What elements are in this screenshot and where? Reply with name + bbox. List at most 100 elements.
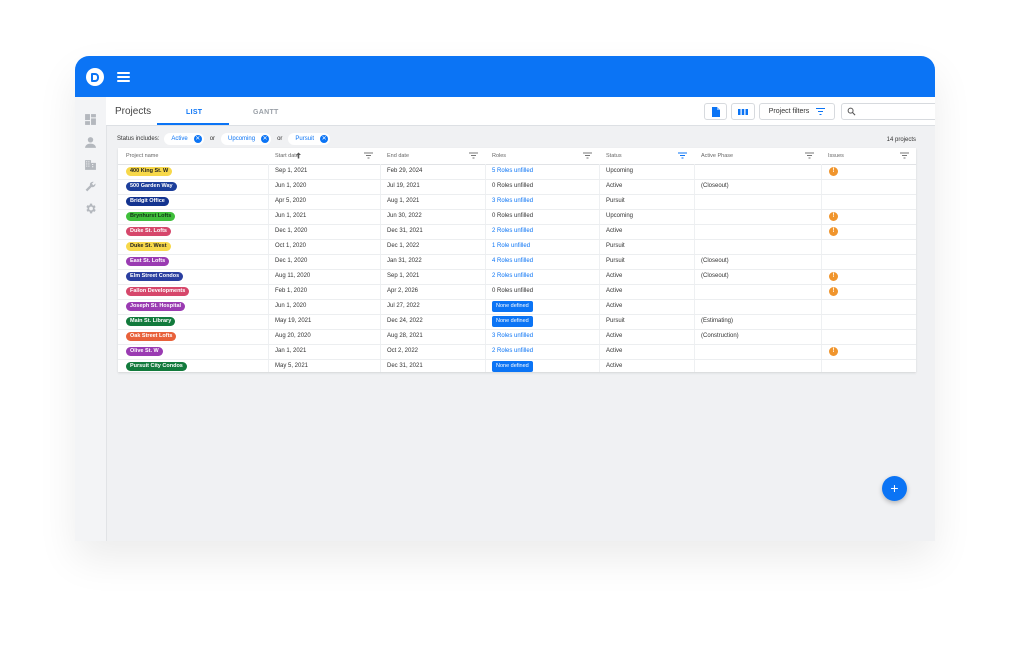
table-row[interactable]: Joseph St. Hospital Jun 1, 2020 Jul 27, 20… [118,299,916,315]
status-filter-row: Status includes: Active ✕ or Upcoming ✕ … [117,132,334,146]
issue-warning-icon[interactable]: ! [829,287,838,296]
search-box[interactable] [841,103,935,120]
bridgit-logo-icon[interactable] [86,68,104,86]
column-header-active-phase[interactable]: Active Phase [701,153,733,159]
status-chip-pursuit[interactable]: Pursuit ✕ [288,133,331,145]
table-row[interactable]: Oak Street Lofts Aug 20, 2020 Aug 28, 2021… [118,329,916,345]
roles-unfilled-link[interactable]: 2 Roles unfilled [492,228,533,234]
start-date-cell: Oct 1, 2020 [275,243,307,249]
filter-icon[interactable] [900,152,909,159]
issue-warning-icon[interactable]: ! [829,272,838,281]
settings-gear-icon[interactable] [84,202,97,215]
project-name-pill[interactable]: Elm Street Condos [126,272,184,281]
filter-icon[interactable] [469,152,478,159]
issue-warning-icon[interactable]: ! [829,227,838,236]
table-row[interactable]: East St. Lofts Dec 1, 2020 Jan 31, 2022 4 R… [118,254,916,270]
column-header-roles[interactable]: Roles [492,153,506,159]
table-row[interactable]: Main St. Library May 19, 2021 Dec 24, 2022… [118,314,916,330]
table-row[interactable]: 500 Garden Way Jun 1, 2020 Jul 19, 2021 0 R… [118,179,916,195]
column-header-status[interactable]: Status [606,153,622,159]
roles-none-defined-badge[interactable]: None defined [492,301,533,312]
project-name-pill[interactable]: 400 King St. W [126,167,173,176]
roles-unfilled-link[interactable]: 3 Roles unfilled [492,198,533,204]
remove-chip-icon[interactable]: ✕ [193,135,202,143]
issue-warning-icon[interactable]: ! [829,212,838,221]
columns-icon [738,108,748,115]
column-header-issues[interactable]: Issues [828,153,844,159]
table-row[interactable]: Brynhurst Lofts Jun 1, 2021 Jun 30, 2022 0 … [118,209,916,225]
table-row[interactable]: Fallon Developments Feb 1, 2020 Apr 2, 202… [118,284,916,300]
wrench-icon[interactable] [84,180,97,193]
roles-unfilled-link[interactable]: 3 Roles unfilled [492,333,533,339]
project-name-pill[interactable]: Oak Street Lofts [126,332,177,341]
status-cell: Active [606,273,623,279]
status-cell: Active [606,228,623,234]
projects-table: Project name Start date End date Roles S… [118,148,916,375]
roles-unfilled-link[interactable]: 2 Roles unfilled [492,348,533,354]
columns-button[interactable] [731,103,755,120]
table-row[interactable]: Olive St. W Jan 1, 2021 Oct 2, 2022 2 Roles… [118,344,916,360]
project-count: 14 projects [886,137,916,143]
start-date-cell: Aug 11, 2020 [275,273,311,279]
project-name-pill[interactable]: Joseph St. Hospital [126,302,186,311]
tab-list[interactable]: LIST [186,109,202,116]
issue-warning-icon[interactable]: ! [829,167,838,176]
active-phase-cell: (Construction) [701,333,739,339]
status-includes-label: Status includes: [117,136,160,142]
export-document-button[interactable] [704,103,727,120]
filter-icon[interactable] [583,152,592,159]
roles-unfilled-link[interactable]: 2 Roles unfilled [492,273,533,279]
table-row[interactable]: Pursuit City Condos May 5, 2021 Dec 31, 20… [118,359,916,375]
end-date-cell: Aug 28, 2021 [387,333,423,339]
search-input[interactable] [858,106,935,117]
projects-building-icon[interactable] [84,158,97,171]
end-date-cell: Dec 31, 2021 [387,228,423,234]
project-name-pill[interactable]: Duke St. West [126,242,171,251]
start-date-cell: May 5, 2021 [275,363,309,369]
or-separator: or [277,136,283,142]
menu-icon[interactable] [117,72,130,82]
remove-chip-icon[interactable]: ✕ [320,135,329,143]
tab-gantt[interactable]: GANTT [253,109,279,116]
table-row[interactable]: Elm Street Condos Aug 11, 2020 Sep 1, 2021… [118,269,916,285]
project-name-pill[interactable]: 500 Garden Way [126,182,177,191]
people-icon[interactable] [84,136,97,149]
issue-warning-icon[interactable]: ! [829,347,838,356]
table-row[interactable]: Duke St. Lofts Dec 1, 2020 Dec 31, 2021 2 R… [118,224,916,240]
project-name-pill[interactable]: Fallon Developments [126,287,190,296]
filter-icon[interactable] [364,152,373,159]
project-filters-label: Project filters [768,108,810,115]
end-date-cell: Jul 19, 2021 [387,183,420,189]
filter-active-icon[interactable] [678,152,687,159]
roles-unfilled-link[interactable]: 1 Role unfilled [492,243,530,249]
roles-none-defined-badge[interactable]: None defined [492,316,533,327]
end-date-cell: Dec 24, 2022 [387,318,423,324]
end-date-cell: Oct 2, 2022 [387,348,419,354]
dashboard-icon[interactable] [84,113,97,126]
start-date-cell: Dec 1, 2020 [275,228,308,234]
remove-chip-icon[interactable]: ✕ [261,135,270,143]
add-project-button[interactable]: + [882,476,907,501]
status-chip-active[interactable]: Active ✕ [164,133,204,145]
status-chip-upcoming[interactable]: Upcoming ✕ [221,133,272,145]
filter-icon[interactable] [805,152,814,159]
status-cell: Pursuit [606,318,625,324]
project-name-pill[interactable]: Brynhurst Lofts [126,212,176,221]
project-name-pill[interactable]: Bridgit Office [126,197,169,206]
start-date-cell: Jun 1, 2020 [275,303,307,309]
table-row[interactable]: Duke St. West Oct 1, 2020 Dec 1, 2022 1 Rol… [118,239,916,255]
roles-unfilled-link[interactable]: 5 Roles unfilled [492,168,533,174]
column-header-start-date[interactable]: Start date [275,153,299,159]
project-name-pill[interactable]: Pursuit City Condos [126,362,187,371]
roles-none-defined-badge[interactable]: None defined [492,361,533,372]
project-name-pill[interactable]: Olive St. W [126,347,163,356]
table-row[interactable]: Bridgit Office Apr 5, 2020 Aug 1, 2021 3 Ro… [118,194,916,210]
table-row[interactable]: 400 King St. W Sep 1, 2021 Feb 29, 2024 5 R… [118,164,916,180]
project-filters-button[interactable]: Project filters [759,103,835,120]
project-name-pill[interactable]: Main St. Library [126,317,176,326]
column-header-end-date[interactable]: End date [387,153,409,159]
column-header-project-name[interactable]: Project name [126,153,158,159]
roles-unfilled-link[interactable]: 4 Roles unfilled [492,258,533,264]
project-name-pill[interactable]: East St. Lofts [126,257,170,266]
project-name-pill[interactable]: Duke St. Lofts [126,227,171,236]
